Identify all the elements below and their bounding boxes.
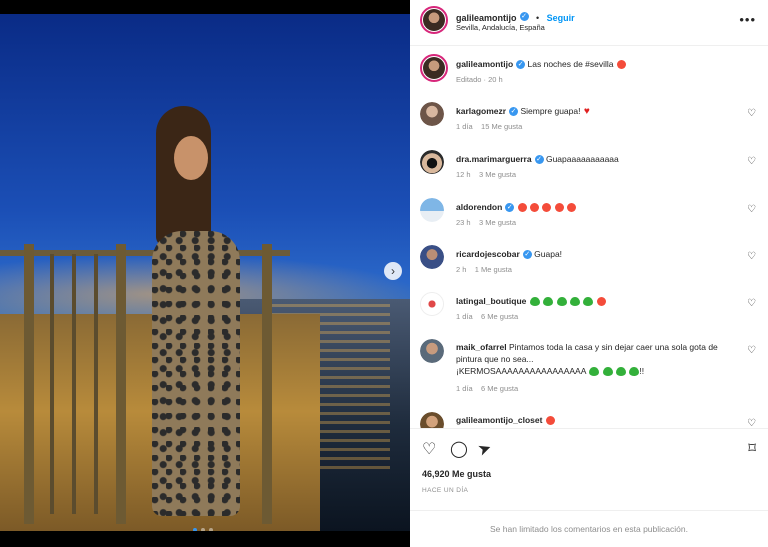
commenter-avatar[interactable] bbox=[420, 412, 444, 428]
like-heart-icon[interactable]: ♡ bbox=[422, 439, 436, 459]
comment-row: karlagomezr ✓ Siempre guapa! ♥ 1 día 15 M… bbox=[420, 102, 760, 138]
commenter-avatar[interactable] bbox=[420, 150, 444, 174]
carousel-dot bbox=[201, 528, 205, 531]
comment-likes[interactable]: 3 Me gusta bbox=[479, 170, 516, 179]
comment-likes[interactable]: 6 Me gusta bbox=[481, 312, 518, 321]
verified-badge-icon: ✓ bbox=[505, 203, 515, 213]
comment-text: Guapaaaaaaaaaaa bbox=[545, 154, 619, 164]
caption-time: Editado · 20 h bbox=[456, 75, 503, 84]
carousel-dot bbox=[209, 528, 213, 531]
share-send-icon[interactable]: ➤ bbox=[475, 437, 494, 460]
comment-row: galileamontijo_closet ♡ bbox=[420, 412, 760, 428]
comment-time[interactable]: 2 h bbox=[456, 265, 466, 274]
verified-badge-icon: ✓ bbox=[509, 107, 519, 117]
follow-button[interactable]: Seguir bbox=[547, 13, 575, 23]
comment-row: maik_ofarrel Pintamos toda la casa y sin… bbox=[420, 339, 760, 399]
heart-eyes-emoji-icon bbox=[530, 203, 540, 213]
green-heart-emoji-icon bbox=[602, 367, 613, 377]
heart-eyes-emoji-icon bbox=[616, 60, 626, 70]
heart-eyes-emoji-icon bbox=[517, 203, 527, 213]
comment-time[interactable]: 1 día bbox=[456, 312, 473, 321]
like-comment-heart-icon[interactable]: ♡ bbox=[747, 345, 756, 356]
comment-likes[interactable]: 1 Me gusta bbox=[475, 265, 512, 274]
green-heart-emoji-icon bbox=[556, 297, 567, 307]
green-heart-emoji-icon bbox=[629, 367, 640, 377]
follow-separator: • bbox=[535, 13, 540, 23]
commenter-avatar[interactable] bbox=[420, 292, 444, 316]
save-bookmark-icon[interactable]: ⌑ bbox=[748, 439, 756, 457]
more-options-icon[interactable]: ••• bbox=[739, 12, 756, 27]
green-heart-emoji-icon bbox=[616, 367, 627, 377]
carousel-dots bbox=[193, 528, 213, 531]
green-heart-emoji-icon bbox=[589, 367, 600, 377]
comment-time[interactable]: 12 h bbox=[456, 170, 471, 179]
green-heart-emoji-icon bbox=[543, 297, 554, 307]
post-header: galileamontijo ✓ • Seguir Sevilla, Andalu… bbox=[410, 0, 768, 46]
post-timestamp[interactable]: HACE UN DÍA bbox=[422, 487, 468, 494]
comment-time[interactable]: 23 h bbox=[456, 218, 471, 227]
comments-limited-notice: Se han limitado los comentarios en esta … bbox=[410, 510, 768, 547]
heart-eyes-emoji-icon bbox=[542, 203, 552, 213]
commenter-username[interactable]: latingal_boutique bbox=[456, 296, 526, 306]
comment-row: ricardojescobar ✓ Guapa! 2 h 1 Me gusta ♡ bbox=[420, 245, 760, 281]
red-heart-emoji-icon: ♥ bbox=[583, 105, 590, 117]
post-photo[interactable]: › bbox=[0, 14, 410, 531]
commenter-username[interactable]: dra.marimarguerra bbox=[456, 154, 532, 164]
commenter-avatar[interactable] bbox=[420, 339, 444, 363]
comment-text-suffix: !! bbox=[639, 366, 645, 376]
like-comment-heart-icon[interactable]: ♡ bbox=[747, 251, 756, 262]
author-avatar[interactable] bbox=[420, 6, 448, 34]
like-comment-heart-icon[interactable]: ♡ bbox=[747, 156, 756, 167]
caption-row: galileamontijo ✓ Las noches de #sevilla E… bbox=[420, 54, 760, 94]
caption-username[interactable]: galileamontijo bbox=[456, 59, 513, 69]
green-heart-emoji-icon bbox=[569, 297, 580, 307]
like-comment-heart-icon[interactable]: ♡ bbox=[747, 298, 756, 309]
like-comment-heart-icon[interactable]: ♡ bbox=[747, 108, 756, 119]
comment-row: aldorendon ✓ 23 h 3 Me gusta ♡ bbox=[420, 198, 760, 234]
comment-likes[interactable]: 15 Me gusta bbox=[481, 122, 522, 131]
commenter-avatar[interactable] bbox=[420, 102, 444, 126]
comment-text: Siempre guapa! bbox=[520, 106, 581, 116]
comment-text: Guapa! bbox=[534, 249, 563, 259]
carousel-next-chevron-icon[interactable]: › bbox=[384, 262, 402, 280]
comment-time[interactable]: 1 día bbox=[456, 122, 473, 131]
heart-eyes-emoji-icon bbox=[545, 416, 555, 426]
likes-count[interactable]: 46,920 Me gusta bbox=[422, 469, 491, 479]
commenter-username[interactable]: maik_ofarrel bbox=[456, 342, 507, 352]
verified-badge-icon: ✓ bbox=[534, 155, 544, 165]
comment-likes[interactable]: 6 Me gusta bbox=[481, 384, 518, 393]
commenter-username[interactable]: ricardojescobar bbox=[456, 249, 520, 259]
caption-text: Las noches de #sevilla bbox=[527, 59, 614, 69]
heart-eyes-emoji-icon bbox=[596, 297, 606, 307]
green-heart-emoji-icon bbox=[583, 297, 594, 307]
commenter-username[interactable]: galileamontijo_closet bbox=[456, 415, 542, 425]
commenter-username[interactable]: aldorendon bbox=[456, 202, 502, 212]
verified-badge-icon: ✓ bbox=[516, 60, 526, 70]
author-avatar[interactable] bbox=[420, 54, 448, 82]
comment-row: latingal_boutique 1 día 6 Me gusta ♡ bbox=[420, 292, 760, 328]
carousel-dot bbox=[193, 528, 197, 531]
heart-eyes-emoji-icon bbox=[567, 203, 577, 213]
commenter-username[interactable]: karlagomezr bbox=[456, 106, 506, 116]
commenter-avatar[interactable] bbox=[420, 245, 444, 269]
comments-list[interactable]: galileamontijo ✓ Las noches de #sevilla E… bbox=[410, 46, 768, 428]
comment-time[interactable]: 1 día bbox=[456, 384, 473, 393]
green-heart-emoji-icon bbox=[529, 297, 540, 307]
heart-eyes-emoji-icon bbox=[554, 203, 564, 213]
comment-bubble-icon[interactable]: ◯ bbox=[450, 439, 468, 459]
like-comment-heart-icon[interactable]: ♡ bbox=[747, 418, 756, 428]
comment-row: dra.marimarguerra ✓ Guapaaaaaaaaaaa 12 h … bbox=[420, 150, 760, 186]
commenter-avatar[interactable] bbox=[420, 198, 444, 222]
comment-text-continued: ¡KERMOSAAAAAAAAAAAAAAAA bbox=[456, 366, 586, 376]
author-username[interactable]: galileamontijo bbox=[456, 13, 517, 23]
photo-person bbox=[138, 106, 258, 531]
like-comment-heart-icon[interactable]: ♡ bbox=[747, 204, 756, 215]
post-location[interactable]: Sevilla, Andalucía, España bbox=[456, 23, 545, 32]
instagram-post-modal: › galileamontijo ✓ • Seguir Sevilla, Anda… bbox=[0, 0, 768, 547]
verified-badge-icon: ✓ bbox=[519, 12, 529, 22]
post-side-panel: galileamontijo ✓ • Seguir Sevilla, Andalu… bbox=[410, 0, 768, 547]
comment-likes[interactable]: 3 Me gusta bbox=[479, 218, 516, 227]
verified-badge-icon: ✓ bbox=[522, 250, 532, 260]
post-actions: ♡ ◯ ➤ ⌑ 46,920 Me gusta HACE UN DÍA bbox=[410, 428, 768, 510]
